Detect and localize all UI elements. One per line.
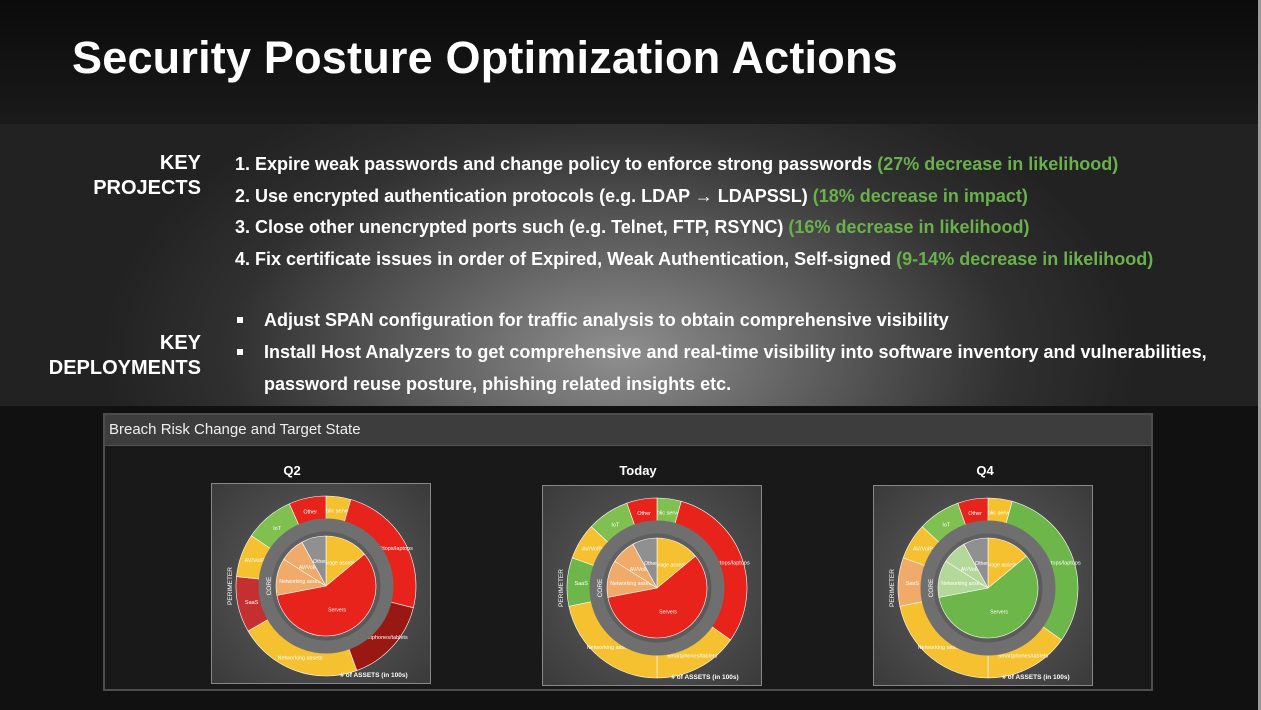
key-deployments-list: Adjust SPAN configuration for traffic an… — [235, 304, 1245, 400]
segment-label: Networking assets — [279, 579, 322, 585]
project-text: 2. Use encrypted authentication protocol… — [235, 185, 813, 206]
segment-label: Networking assets — [610, 581, 653, 587]
project-item: 1. Expire weak passwords and change poli… — [235, 155, 1245, 187]
core-label: CORE — [266, 576, 273, 595]
core-label: CORE — [928, 578, 935, 597]
key-projects-list: 1. Expire weak passwords and change poli… — [235, 155, 1245, 281]
axis-footer-label: # of ASSETS (in 100s) — [1002, 674, 1069, 681]
perimeter-label: PERIMETER — [889, 569, 896, 607]
core-label: CORE — [597, 578, 604, 597]
donut-chart-today: Public servers Desktops/laptops Smartphone… — [542, 485, 762, 686]
segment-label: IoT — [611, 522, 620, 528]
bullet-icon — [237, 349, 243, 355]
segment-label: SaaS — [245, 600, 259, 606]
deployment-text: Adjust SPAN configuration for traffic an… — [264, 310, 949, 330]
segment-label: Smartphones/tablets — [998, 653, 1049, 659]
segment-label: Smartphones/tablets — [667, 653, 718, 659]
key-projects-label: KEY PROJECTS — [93, 151, 201, 201]
segment-label: AV/VoIP — [245, 558, 265, 564]
project-impact: (16% decrease in likelihood) — [788, 217, 1030, 237]
deployment-item: Install Host Analyzers to get comprehens… — [235, 336, 1245, 400]
donut-chart-svg: Public serversDesktops/laptopsSmartphone… — [558, 497, 750, 681]
key-projects-label-line2: PROJECTS — [93, 177, 201, 199]
key-deployments-label: KEY DEPLOYMENTS — [49, 331, 201, 381]
segment-label: AV/VoIP — [913, 547, 933, 553]
bullet-icon — [237, 317, 243, 323]
key-projects-label-line1: KEY — [159, 152, 201, 174]
donut-chart-svg: Public serversDesktops/laptopsSmartphone… — [227, 495, 417, 679]
perimeter-label: PERIMETER — [227, 567, 234, 605]
segment-label: SaaS — [574, 581, 588, 587]
chart-title-q4: Q4 — [976, 463, 994, 478]
perimeter-label: PERIMETER — [558, 569, 565, 607]
project-impact: (9-14% decrease in likelihood) — [896, 248, 1154, 269]
project-impact: (18% decrease in impact) — [812, 185, 1028, 206]
chart-title-q2: Q2 — [283, 463, 301, 478]
donut-chart-svg: Public serversDesktops/laptopsSmartphone… — [889, 497, 1081, 681]
segment-label: Networking assets — [278, 655, 323, 661]
title-band: Security Posture Optimization Actions — [0, 0, 1261, 124]
segment-label: IoT — [942, 522, 951, 528]
segment-label: Servers — [659, 610, 677, 616]
key-deployments-label-line2: DEPLOYMENTS — [48, 357, 201, 379]
project-text: 1. Expire weak passwords and change poli… — [235, 154, 878, 174]
chart-title-today: Today — [619, 463, 657, 478]
segment-label: Networking assets — [941, 581, 984, 587]
segment-label: IoT — [273, 526, 282, 532]
breach-risk-panel: Breach Risk Change and Target State Q2 P… — [103, 413, 1153, 691]
deployment-item: Adjust SPAN configuration for traffic an… — [235, 304, 1245, 336]
axis-footer-label: # of ASSETS (in 100s) — [671, 674, 738, 681]
panel-header: Breach Risk Change and Target State — [105, 415, 1151, 446]
segment-label: Other — [968, 511, 982, 517]
segment-label: Other — [303, 510, 317, 516]
project-text: 4. Fix certificate issues in order of Ex… — [235, 248, 897, 269]
segment-label: Servers — [328, 608, 346, 614]
segment-label: Other — [644, 561, 657, 567]
segment-label: Other — [313, 559, 326, 565]
segment-label: Servers — [990, 610, 1008, 616]
project-item: 4. Fix certificate issues in order of Ex… — [235, 250, 1245, 282]
deployment-text: Install Host Analyzers to get comprehens… — [264, 342, 1207, 394]
donut-chart-q2: Public servers Desktops/laptops Smartphone… — [211, 483, 431, 684]
key-deployments-label-line1: KEY — [159, 332, 201, 354]
project-text: 3. Close other unencrypted ports such (e… — [235, 217, 789, 237]
project-item: 2. Use encrypted authentication protocol… — [235, 187, 1245, 219]
donut-chart-q4: Public servers Desktops/laptops Smartphone… — [873, 485, 1093, 686]
segment-label: Other — [637, 511, 651, 517]
segment-label: AV/VoIP — [582, 547, 602, 553]
project-item: 3. Close other unencrypted ports such (e… — [235, 218, 1245, 250]
project-impact: (27% decrease in likelihood) — [877, 154, 1119, 174]
segment-label: SaaS — [905, 581, 919, 587]
page-title: Security Posture Optimization Actions — [72, 32, 898, 83]
axis-footer-label: # of ASSETS (in 100s) — [340, 672, 407, 679]
segment-label: Other — [975, 561, 988, 567]
